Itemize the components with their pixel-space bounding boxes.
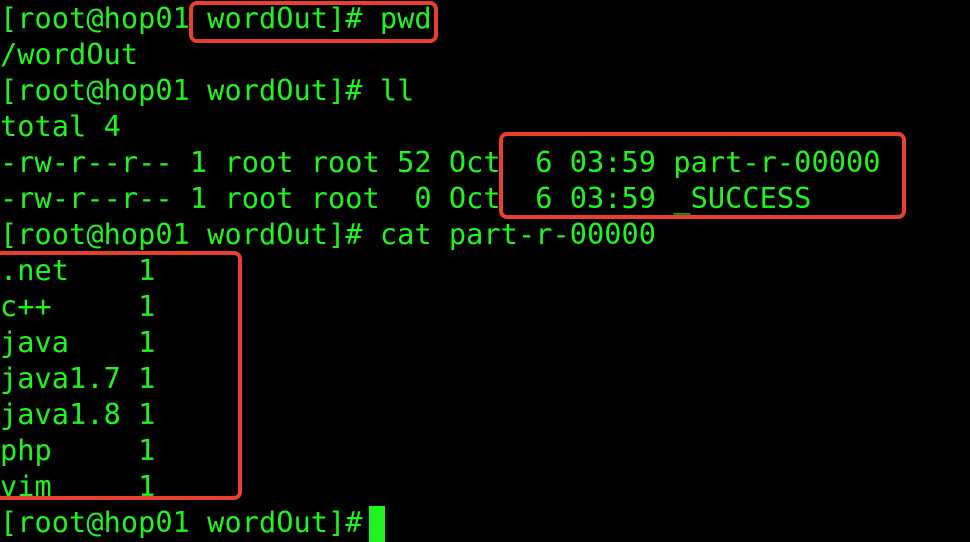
terminal-line-total: total 4 — [0, 109, 121, 143]
terminal-line-cat-command: [root@hop01 wordOut]# cat part-r-00000 — [0, 217, 657, 251]
terminal-window[interactable]: [root@hop01 wordOut]# pwd /wordOut [root… — [0, 0, 970, 542]
file-list-highlight — [499, 132, 906, 219]
terminal-line-pwd-output: /wordOut — [0, 37, 139, 71]
terminal-cursor — [369, 506, 385, 542]
terminal-line-ll-command: [root@hop01 wordOut]# ll — [0, 73, 415, 107]
terminal-prompt-current[interactable]: [root@hop01 wordOut]# — [0, 504, 380, 540]
pwd-command-highlight — [189, 1, 438, 43]
word-count-output-highlight — [0, 251, 242, 500]
